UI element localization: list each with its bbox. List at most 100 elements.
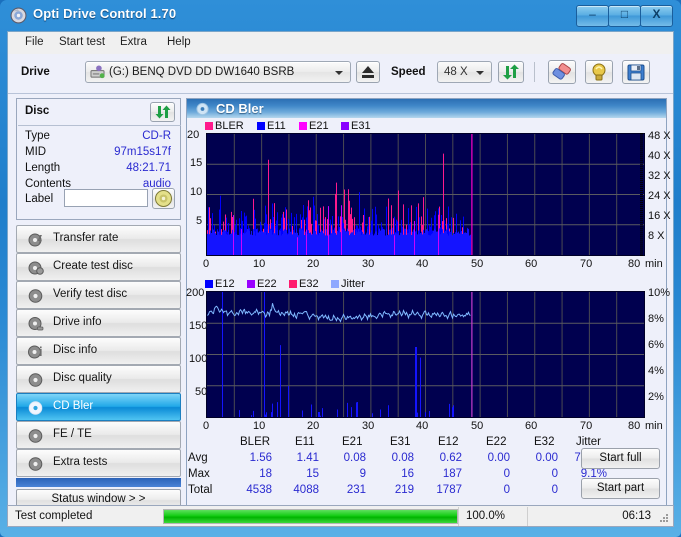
status-bar: Test completed 100.0% 06:13 [7, 505, 674, 527]
disc-extra-icon [28, 457, 43, 471]
maximize-icon: □ [620, 7, 629, 21]
disc-panel-title: Disc [25, 105, 50, 117]
stats-avg-e11: 1.41 [296, 452, 319, 464]
minimize-icon: – [589, 7, 596, 21]
sidebar-item-transfer-rate[interactable]: Transfer rate [16, 225, 181, 253]
stats-avg-bler: 1.56 [249, 452, 272, 464]
stats-total-bler: 4538 [246, 484, 272, 496]
stats-col-e31: E31 [390, 436, 411, 448]
speed-select[interactable]: 48 X [437, 61, 492, 83]
disc-verify-icon [28, 289, 43, 303]
stats-col-jitter: Jitter [576, 436, 601, 448]
disc-mid-value: 97m15s17f [114, 146, 171, 158]
start-full-label: Start full [599, 452, 642, 464]
sidebar-item-disc-info[interactable]: Disc info [16, 337, 181, 365]
resize-grip-icon[interactable] [659, 513, 669, 523]
stats-row-max-label: Max [188, 468, 210, 480]
sidebar-item-label: Extra tests [53, 456, 108, 468]
stats-col-e32: E32 [534, 436, 555, 448]
stats-col-e11: E11 [295, 436, 315, 448]
disc-refresh-button[interactable] [150, 102, 175, 122]
stats-col-e22: E22 [486, 436, 507, 448]
stats-avg-e22: 0.00 [487, 452, 510, 464]
menu-file[interactable]: File [18, 35, 51, 52]
floppy-save-icon [627, 64, 645, 81]
erase-button[interactable] [548, 60, 576, 84]
disc-fete-icon [28, 429, 43, 443]
stats-col-e21: E21 [342, 436, 363, 448]
info-button[interactable] [585, 60, 613, 84]
toolbar-separator [534, 62, 535, 82]
stats-max-e21: 9 [359, 468, 366, 480]
stats-max-bler: 18 [259, 468, 272, 480]
stats-avg-e21: 0.08 [343, 452, 366, 464]
status-window-label: Status window > > [51, 493, 146, 505]
stats-total-e21: 231 [346, 484, 366, 496]
close-button[interactable]: X [640, 5, 673, 27]
disc-label-input[interactable] [64, 189, 148, 207]
disc-quality-icon [28, 373, 43, 387]
title-bar: Opti Drive Control 1.70 – □ X [0, 0, 681, 31]
stats-avg-e12: 0.62 [439, 452, 462, 464]
sidebar-accent-bar [16, 478, 181, 487]
app-window: Opti Drive Control 1.70 – □ X File Start… [0, 0, 681, 537]
disc-label-button[interactable] [152, 188, 175, 209]
disc-bler-icon [28, 401, 43, 415]
minimize-button[interactable]: – [576, 5, 609, 27]
sidebar-item-label: Transfer rate [53, 232, 119, 244]
sidebar-item-disc-quality[interactable]: Disc quality [16, 365, 181, 393]
stats-avg-e31: 0.08 [391, 452, 414, 464]
sidebar-item-label: Create test disc [53, 260, 133, 272]
chevron-down-icon [476, 71, 484, 75]
left-column: Disc Type CD-R MID 97m15s17f Length 48:2… [16, 98, 181, 511]
stats-max-e12: 187 [442, 468, 462, 480]
disc-type-label: Type [25, 130, 50, 142]
sidebar-item-label: CD Bler [53, 400, 94, 412]
statusbar-separator [527, 507, 528, 526]
sidebar-item-create-test-disc[interactable]: Create test disc [16, 253, 181, 281]
sidebar-item-drive-info[interactable]: Drive info [16, 309, 181, 337]
stats-max-e11: 15 [306, 468, 319, 480]
stats-total-e32: 0 [551, 484, 558, 496]
client-area: File Start test Extra Help Drive (G:) BE… [7, 31, 674, 521]
stats-max-e31: 16 [401, 468, 414, 480]
eject-button[interactable] [356, 61, 380, 83]
progress-bar [163, 509, 458, 524]
start-part-button[interactable]: Start part [581, 478, 660, 499]
progress-percent: 100.0% [466, 510, 506, 522]
disc-divider [18, 125, 181, 126]
status-message: Test completed [15, 510, 93, 522]
eraser-icon [552, 63, 571, 80]
sidebar-item-extra-tests[interactable]: Extra tests [16, 449, 181, 477]
drive-select[interactable]: (G:) BENQ DVD DD DW1640 BSRB [85, 61, 351, 83]
sidebar-item-label: Verify test disc [53, 288, 128, 300]
menu-help[interactable]: Help [160, 35, 198, 52]
sidebar-item-fe-te[interactable]: FE / TE [16, 421, 181, 449]
sidebar-item-verify-test-disc[interactable]: Verify test disc [16, 281, 181, 309]
drive-icon [90, 65, 105, 79]
sidebar-item-label: FE / TE [53, 428, 92, 440]
sidebar-item-label: Drive info [53, 316, 102, 328]
sidebar-item-cd-bler[interactable]: CD Bler [16, 393, 181, 421]
stats-total-e31: 219 [394, 484, 414, 496]
disc-transfer-icon [28, 233, 42, 247]
menu-extra[interactable]: Extra [113, 35, 154, 52]
close-icon: X [652, 7, 661, 21]
progress-bar-fill [164, 510, 457, 523]
speed-label: Speed [391, 66, 426, 78]
disc-drive-icon [28, 317, 44, 331]
refresh-button[interactable] [498, 61, 524, 83]
window-title: Opti Drive Control 1.70 [33, 6, 177, 21]
maximize-button[interactable]: □ [608, 5, 641, 27]
menu-bar: File Start test Extra Help [8, 32, 673, 55]
start-full-button[interactable]: Start full [581, 448, 660, 469]
drive-value: (G:) BENQ DVD DD DW1640 BSRB [109, 66, 295, 78]
eject-icon [362, 66, 374, 78]
disc-create-icon [28, 261, 44, 275]
drive-label: Drive [21, 66, 50, 78]
stats-total-e11: 4088 [293, 484, 319, 496]
disc-info-icon [28, 345, 42, 359]
menu-start-test[interactable]: Start test [52, 35, 112, 52]
save-button[interactable] [622, 60, 650, 84]
stats-row-avg-label: Avg [188, 452, 208, 464]
